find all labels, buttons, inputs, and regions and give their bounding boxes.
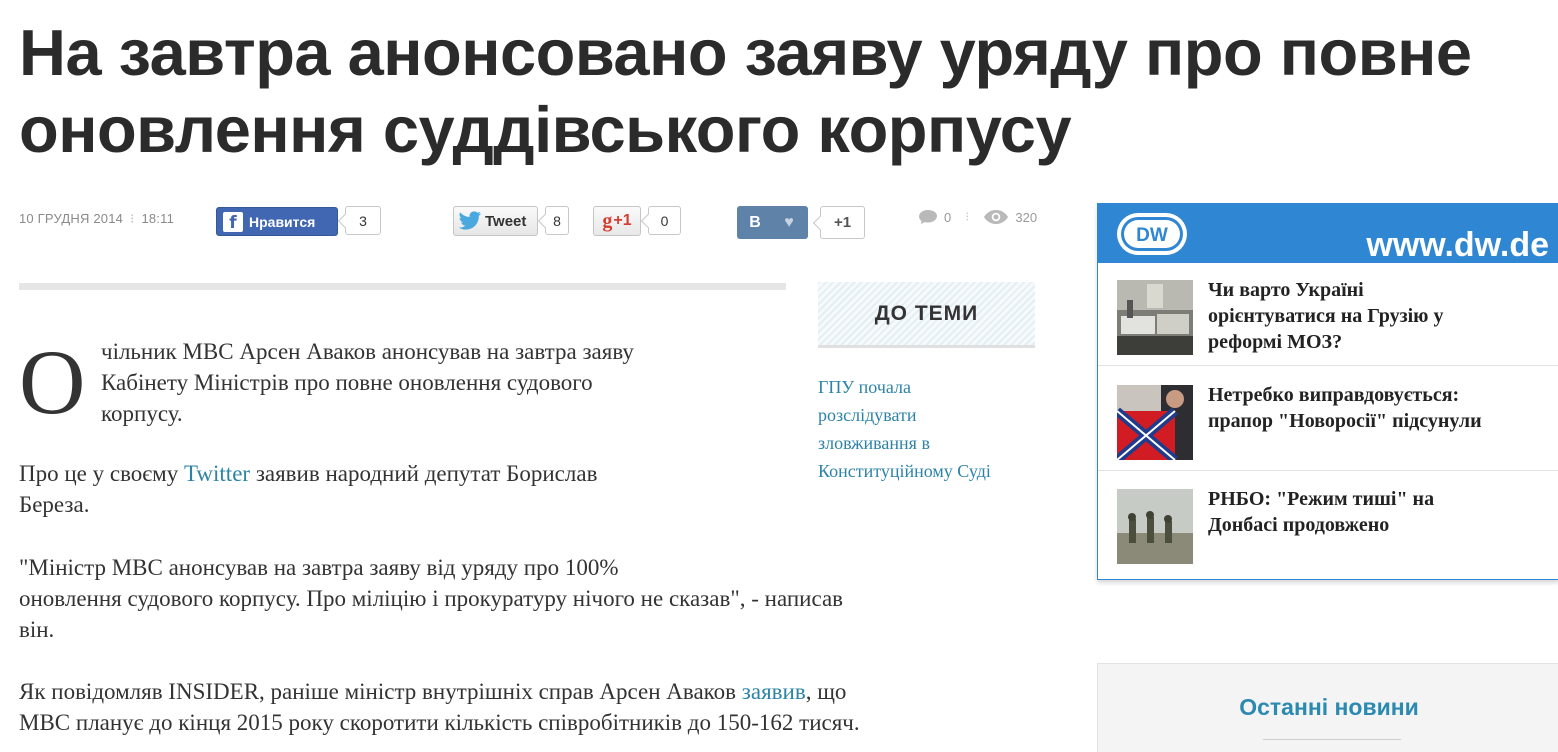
- dw-news-title: Нетребко виправдовується: прапор "Новоро…: [1208, 382, 1553, 434]
- dw-news-widget: DW www.dw.de Чи варто Україні орієнтуват…: [1097, 203, 1558, 580]
- lead-line-1: чільник МВС Арсен Аваков анонсував на за…: [101, 339, 634, 364]
- article-stats: 0 ⁝ 320: [918, 209, 1037, 225]
- paragraph-quote: "Міністр МВС анонсував на завтра заяву в…: [19, 552, 1009, 645]
- facebook-like-label: Нравится: [249, 213, 316, 230]
- google-plus-one-button[interactable]: g +1: [593, 206, 641, 236]
- dw-title-line: Нетребко виправдовується:: [1208, 384, 1460, 406]
- lead-line-2: Кабінету Міністрів про повне оновлення с…: [101, 370, 593, 395]
- dw-news-title: Чи варто Україні орієнтуватися на Грузію…: [1208, 277, 1553, 355]
- p3-line-2: оновлення судового корпусу. Про міліцію …: [19, 586, 844, 611]
- dw-news-item[interactable]: Чи варто Україні орієнтуватися на Грузію…: [1098, 263, 1558, 366]
- related-link-line-4: Конституційному Суді: [818, 461, 991, 481]
- dw-thumbnail-flag: [1117, 385, 1193, 460]
- heart-icon: ♥: [784, 213, 794, 231]
- latest-news-divider: [1263, 739, 1401, 740]
- facebook-icon: f: [223, 211, 243, 232]
- dw-title-line: прапор "Новоросії" підсунули: [1208, 410, 1482, 432]
- dw-title-line: Чи варто Україні: [1208, 279, 1364, 301]
- vk-like-count: +1: [820, 206, 865, 239]
- dw-title-line: орієнтуватися на Грузію у: [1208, 305, 1444, 327]
- paragraph-twitter: Про це у своєму Twitter заявив народний …: [19, 458, 779, 520]
- latest-news-title[interactable]: Останні новини: [1098, 694, 1558, 721]
- publish-date: 10 ГРУДНЯ 2014: [19, 211, 124, 226]
- dw-title-line: РНБО: "Режим тиші" на: [1208, 488, 1435, 510]
- facebook-like-count: 3: [345, 206, 381, 235]
- paragraph-insider: Як повідомляв INSIDER, раніше міністр вн…: [19, 676, 1009, 738]
- comment-bubble-icon: [919, 210, 937, 224]
- p2-text-before: Про це у своєму: [19, 461, 184, 486]
- google-plus-count: 0: [648, 206, 681, 235]
- eye-icon: [984, 210, 1009, 224]
- facebook-like-button[interactable]: f Нравится: [216, 207, 338, 236]
- svg-text:DW: DW: [1136, 225, 1168, 246]
- dw-news-title: РНБО: "Режим тиші" на Донбасі продовжено: [1208, 486, 1553, 538]
- p4-line-2: МВС планує до кінця 2015 року скоротити …: [19, 710, 860, 735]
- tweet-count-value: 8: [553, 212, 561, 229]
- dw-logo-icon: DW: [1117, 213, 1187, 255]
- twitter-link[interactable]: Twitter: [184, 461, 250, 486]
- headline-line-1: На завтра анонсовано заяву уряду про пов…: [19, 16, 1472, 89]
- google-plus-icon: g: [602, 209, 613, 232]
- p3-line-1: "Міністр МВС анонсував на завтра заяву в…: [19, 555, 619, 580]
- related-link-line-3: зловживання в: [818, 433, 930, 453]
- lead-paragraph: чільник МВС Арсен Аваков анонсував на за…: [101, 336, 761, 429]
- p3-line-3: він.: [19, 617, 55, 642]
- related-link-line-2: розслідувати: [818, 405, 917, 425]
- vk-icon: В: [749, 213, 761, 231]
- tweet-count: 8: [545, 206, 569, 235]
- related-heading: ДО ТЕМИ: [818, 282, 1035, 348]
- stats-separator: ⁝: [965, 209, 970, 224]
- tweet-button[interactable]: Tweet: [453, 206, 538, 236]
- vk-count-value: +1: [833, 214, 852, 231]
- article-divider: [19, 283, 786, 290]
- tweet-label: Tweet: [485, 212, 527, 230]
- related-article-link[interactable]: ГПУ почала розслідувати зловживання в Ко…: [818, 373, 1028, 485]
- comment-count: 0: [944, 209, 952, 225]
- drop-cap: О: [19, 331, 86, 433]
- vk-like-button[interactable]: В ♥: [737, 206, 808, 239]
- p4-text-before: Як повідомляв INSIDER, раніше міністр вн…: [19, 679, 742, 704]
- facebook-count-value: 3: [359, 212, 367, 229]
- p2-text-after: заявив народний депутат Борислав: [250, 461, 598, 486]
- announced-link[interactable]: заявив: [742, 679, 806, 704]
- dw-news-item[interactable]: РНБО: "Режим тиші" на Донбасі продовжено: [1098, 472, 1558, 575]
- related-link-line-1: ГПУ почала: [818, 377, 911, 397]
- dw-header[interactable]: DW www.dw.de: [1098, 204, 1558, 264]
- dw-thumbnail-soldiers: [1117, 489, 1193, 564]
- dw-url: www.dw.de: [1366, 226, 1549, 264]
- dw-news-item[interactable]: Нетребко виправдовується: прапор "Новоро…: [1098, 368, 1558, 471]
- dw-title-line: Донбасі продовжено: [1208, 514, 1390, 536]
- headline-line-2: оновлення суддівського корпусу: [19, 93, 1072, 166]
- p2-line-2: Береза.: [19, 492, 90, 517]
- google-plus-label: +1: [613, 212, 632, 229]
- view-count: 320: [1015, 209, 1038, 225]
- twitter-bird-icon: [458, 211, 482, 230]
- article-headline: На завтра анонсовано заяву уряду про пов…: [19, 14, 1549, 168]
- google-plus-count-value: 0: [660, 212, 669, 229]
- publish-datetime: 10 ГРУДНЯ 2014 ⁝ 18:11: [19, 211, 174, 227]
- publish-time: 18:11: [141, 211, 175, 226]
- dw-thumbnail-hospital: [1117, 280, 1193, 355]
- lead-line-3: корпусу.: [101, 401, 183, 426]
- dw-title-line: реформі МОЗ?: [1208, 331, 1343, 353]
- p4-text-after: , що: [805, 679, 847, 704]
- date-separator: ⁝: [130, 211, 135, 226]
- latest-news-panel: Останні новини: [1097, 663, 1558, 752]
